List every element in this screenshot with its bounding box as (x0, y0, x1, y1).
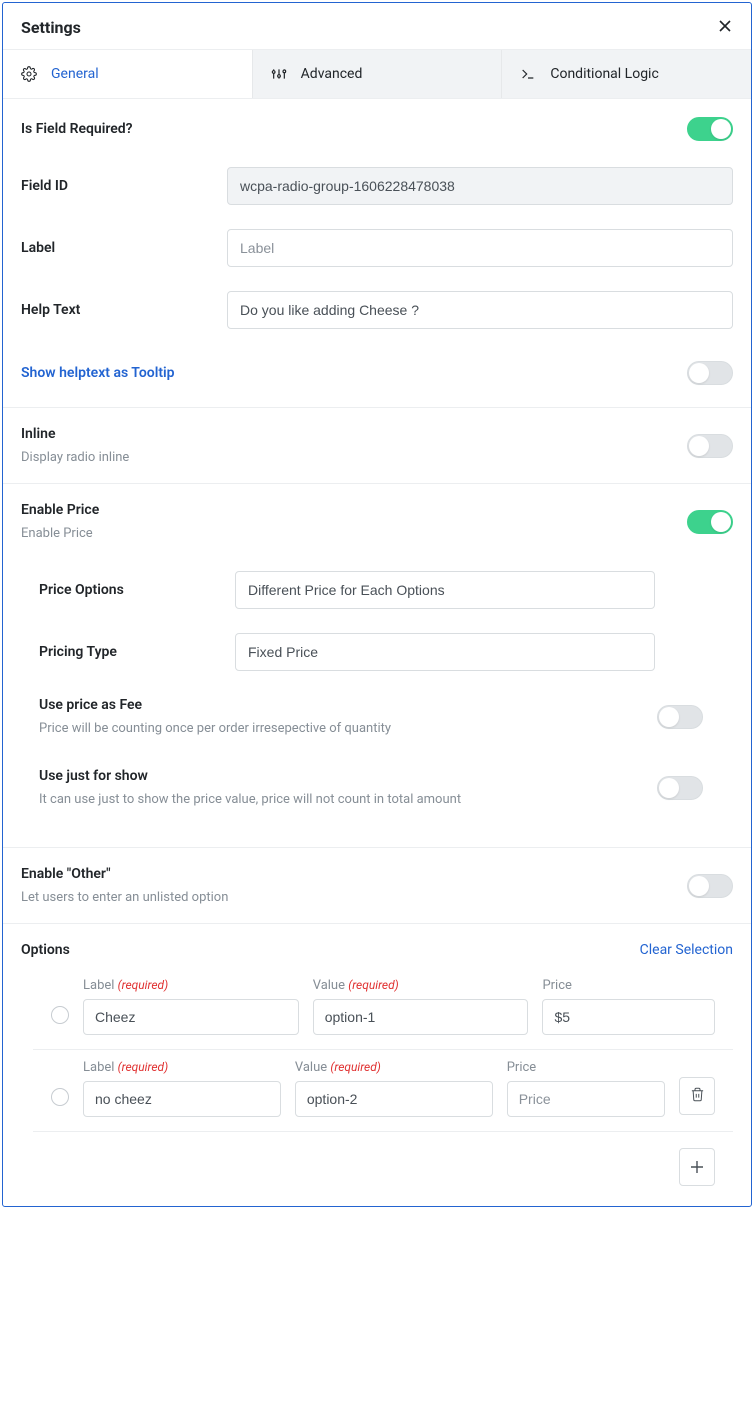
option-column: Label (required) (83, 1060, 281, 1117)
option-row: Label (required) Value (required) Price (33, 968, 733, 1050)
terminal-icon (520, 66, 536, 82)
option-column-label: Price (542, 978, 715, 993)
settings-panel: Settings General Advanced Conditional Lo… (2, 2, 752, 1207)
option-column-label: Label (required) (83, 978, 299, 993)
option-column-label: Price (507, 1060, 665, 1075)
toggle-use-as-fee[interactable] (657, 705, 703, 729)
option-radio[interactable] (51, 1088, 69, 1106)
gear-icon (21, 66, 37, 82)
clear-selection-link[interactable]: Clear Selection (640, 942, 733, 958)
desc-use-as-fee: Price will be counting once per order ir… (39, 721, 391, 736)
close-icon[interactable] (717, 17, 733, 37)
row-tooltip: Show helptext as Tooltip (3, 333, 751, 407)
tabs: General Advanced Conditional Logic (3, 49, 751, 98)
toggle-just-for-show[interactable] (657, 776, 703, 800)
label-enable-price: Enable Price (21, 502, 99, 518)
delete-option-button[interactable] (679, 1077, 715, 1115)
row-inline: Inline Display radio inline (3, 407, 751, 483)
required-tag: (required) (118, 1060, 168, 1074)
add-option-button[interactable] (679, 1148, 715, 1186)
option-radio[interactable] (51, 1006, 69, 1024)
option-price-input[interactable] (542, 999, 715, 1035)
option-label-input[interactable] (83, 999, 299, 1035)
option-value-input[interactable] (313, 999, 529, 1035)
sliders-icon (271, 66, 287, 82)
option-column-label: Value (required) (295, 1060, 493, 1075)
desc-enable-other: Let users to enter an unlisted option (21, 890, 228, 905)
option-column-label: Label (required) (83, 1060, 281, 1075)
option-column: Label (required) (83, 978, 299, 1035)
option-row-actions (679, 1077, 715, 1115)
option-column: Price (507, 1060, 665, 1117)
price-options-select[interactable] (235, 571, 655, 609)
option-row: Label (required) Value (required) Price (33, 1050, 733, 1132)
row-enable-price: Enable Price Enable Price Price Options … (3, 483, 751, 847)
help-text-input[interactable] (227, 291, 733, 329)
pricing-type-select[interactable] (235, 633, 655, 671)
option-label-input[interactable] (83, 1081, 281, 1117)
toggle-is-required[interactable] (687, 117, 733, 141)
options-section: Options Clear Selection Label (required)… (3, 923, 751, 1206)
label-help-text: Help Text (21, 302, 211, 318)
label-input[interactable] (227, 229, 733, 267)
required-tag: (required) (330, 1060, 380, 1074)
trash-icon (690, 1087, 705, 1106)
tab-advanced-label: Advanced (301, 66, 363, 82)
tab-general-label: General (51, 66, 99, 82)
price-options-group: Price Options Pricing Type Use price as … (21, 541, 733, 825)
toggle-enable-other[interactable] (687, 874, 733, 898)
toggle-enable-price[interactable] (687, 510, 733, 534)
tab-general[interactable]: General (3, 50, 252, 98)
row-help-text: Help Text (3, 271, 751, 333)
label-tooltip[interactable]: Show helptext as Tooltip (21, 365, 211, 381)
label-options: Options (21, 942, 70, 958)
toggle-inline[interactable] (687, 434, 733, 458)
label-pricing-type: Pricing Type (39, 644, 219, 660)
row-field-id: Field ID (3, 159, 751, 209)
option-column: Value (required) (313, 978, 529, 1035)
label-just-for-show: Use just for show (39, 768, 461, 784)
row-enable-other: Enable "Other" Let users to enter an unl… (3, 847, 751, 923)
desc-just-for-show: It can use just to show the price value,… (39, 792, 461, 807)
label-label: Label (21, 240, 211, 256)
label-inline: Inline (21, 426, 129, 442)
option-column: Price (542, 978, 715, 1035)
required-tag: (required) (118, 978, 168, 992)
label-use-as-fee: Use price as Fee (39, 697, 391, 713)
tab-advanced[interactable]: Advanced (252, 50, 502, 98)
row-label: Label (3, 209, 751, 271)
option-value-input[interactable] (295, 1081, 493, 1117)
label-field-id: Field ID (21, 178, 211, 194)
field-id-input[interactable] (227, 167, 733, 205)
option-column-label: Value (required) (313, 978, 529, 993)
label-price-options: Price Options (39, 582, 219, 598)
desc-inline: Display radio inline (21, 450, 129, 465)
toggle-tooltip[interactable] (687, 361, 733, 385)
option-price-input[interactable] (507, 1081, 665, 1117)
desc-enable-price: Enable Price (21, 526, 99, 541)
panel-title: Settings (21, 18, 81, 37)
label-is-required: Is Field Required? (21, 121, 211, 137)
tab-conditional[interactable]: Conditional Logic (501, 50, 751, 98)
required-tag: (required) (348, 978, 398, 992)
label-enable-other: Enable "Other" (21, 866, 228, 882)
panel-header: Settings (3, 3, 751, 49)
row-is-required: Is Field Required? (3, 98, 751, 159)
option-column: Value (required) (295, 1060, 493, 1117)
tab-conditional-label: Conditional Logic (550, 66, 658, 82)
